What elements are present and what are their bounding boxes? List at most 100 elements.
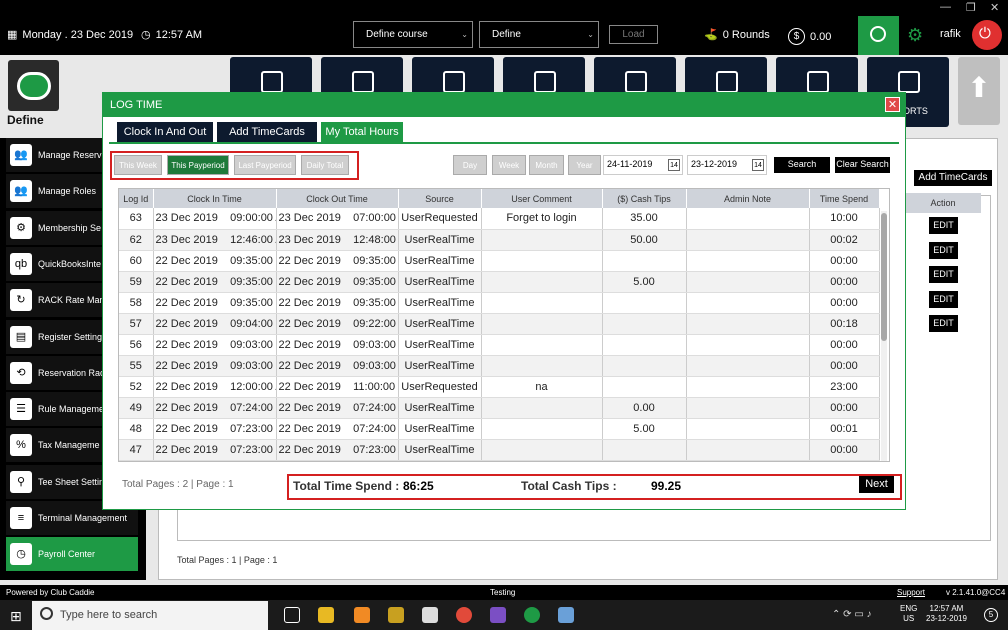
windows-start-icon[interactable]: ⊞ bbox=[10, 608, 22, 625]
add-timecards-button[interactable]: Add TimeCards bbox=[914, 170, 992, 186]
search-button[interactable]: Search bbox=[774, 157, 830, 173]
quickbooks-icon: qb bbox=[10, 252, 32, 275]
file-explorer-icon[interactable] bbox=[318, 607, 334, 623]
this-payperiod-button[interactable]: This Payperiod bbox=[167, 155, 229, 175]
total-tips-value: 99.25 bbox=[651, 479, 682, 493]
this-week-button[interactable]: This Week bbox=[114, 155, 162, 175]
settings-gear-icon[interactable]: ⚙ bbox=[907, 25, 923, 46]
course-select[interactable]: Define course ⌄ bbox=[353, 21, 473, 48]
sublime-icon[interactable] bbox=[354, 607, 370, 623]
table-cell: 00:18 bbox=[809, 313, 880, 335]
month-button[interactable]: Month bbox=[529, 155, 564, 175]
last-payperiod-button[interactable]: Last Payperiod bbox=[234, 155, 296, 175]
chrome-icon[interactable] bbox=[456, 607, 472, 623]
table-row[interactable]: 5522 Dec 2019 09:03:00 PM22 Dec 2019 09:… bbox=[119, 355, 880, 377]
edit-button[interactable]: EDIT bbox=[929, 291, 958, 308]
notification-icon[interactable]: 5 bbox=[984, 608, 998, 622]
column-header[interactable]: User Comment bbox=[481, 189, 603, 208]
scroll-up-button[interactable]: ⬆ bbox=[958, 57, 1000, 125]
edit-button[interactable]: EDIT bbox=[929, 266, 958, 283]
status-bar: Powered by Club Caddie Testing Support v… bbox=[0, 585, 1008, 600]
rate-icon: ↻ bbox=[10, 289, 32, 312]
rounds-display: ⛳ 0 Rounds bbox=[704, 28, 770, 42]
clear-search-button[interactable]: Clear Search bbox=[835, 157, 890, 173]
calendar-icon[interactable]: 14 bbox=[752, 159, 764, 171]
date-to-input[interactable]: 23-12-2019 14 bbox=[687, 155, 767, 175]
table-row[interactable]: 5722 Dec 2019 09:04:00 PM22 Dec 2019 09:… bbox=[119, 313, 880, 335]
vertical-scrollbar-thumb[interactable] bbox=[881, 213, 887, 341]
club-caddie-icon[interactable] bbox=[524, 607, 540, 623]
table-cell: 23 Dec 2019 09:00:00 AM bbox=[153, 208, 277, 230]
clock-icon: ◷ bbox=[10, 543, 32, 566]
table-row[interactable]: 5922 Dec 2019 09:35:00 PM22 Dec 2019 09:… bbox=[119, 271, 880, 293]
support-link[interactable]: Support bbox=[897, 588, 925, 597]
table-row[interactable]: 6223 Dec 2019 12:46:00 AM23 Dec 2019 12:… bbox=[119, 229, 880, 251]
app-icon[interactable] bbox=[388, 607, 404, 623]
day-button[interactable]: Day bbox=[453, 155, 487, 175]
column-header[interactable]: Time Spend bbox=[809, 189, 880, 208]
table-row[interactable]: 4922 Dec 2019 07:24:00 PM22 Dec 2019 07:… bbox=[119, 397, 880, 419]
table-row[interactable]: 4822 Dec 2019 07:23:00 PM22 Dec 2019 07:… bbox=[119, 418, 880, 440]
daily-total-button[interactable]: Daily Total bbox=[301, 155, 349, 175]
table-row[interactable]: 6323 Dec 2019 09:00:00 AM23 Dec 2019 07:… bbox=[119, 208, 880, 230]
top-bar: ▦ Monday . 23 Dec 2019 ◷ 12:57 AM Define… bbox=[0, 16, 1008, 55]
edit-button[interactable]: EDIT bbox=[929, 217, 958, 234]
restore-icon[interactable]: ❐ bbox=[966, 1, 976, 14]
clock-button[interactable] bbox=[858, 16, 899, 55]
users-icon: 👥 bbox=[10, 144, 32, 166]
column-header[interactable]: Log Id bbox=[119, 189, 154, 208]
table-cell bbox=[602, 313, 687, 335]
column-header[interactable]: Clock Out Time bbox=[276, 189, 399, 208]
table-cell bbox=[686, 292, 810, 314]
close-icon[interactable]: ✕ bbox=[990, 1, 999, 14]
table-cell: 23 Dec 2019 07:00:00 PM bbox=[276, 208, 399, 230]
sidebar-item[interactable]: ◷ Payroll Center bbox=[6, 537, 138, 572]
table-row[interactable]: 5222 Dec 2019 12:00:00 AM22 Dec 2019 11:… bbox=[119, 376, 880, 398]
define-select[interactable]: Define ⌄ bbox=[479, 21, 599, 48]
next-page-button[interactable]: Next bbox=[859, 476, 894, 493]
table-cell: 22 Dec 2019 09:04:00 PM bbox=[153, 313, 277, 335]
table-cell: 22 Dec 2019 07:23:00 PM bbox=[153, 439, 277, 461]
column-header[interactable]: Admin Note bbox=[686, 189, 810, 208]
week-button[interactable]: Week bbox=[492, 155, 526, 175]
table-row[interactable]: 5822 Dec 2019 09:35:00 PM22 Dec 2019 09:… bbox=[119, 292, 880, 314]
column-header[interactable]: Source bbox=[398, 189, 482, 208]
tab-clock-in-out[interactable]: Clock In And Out bbox=[117, 122, 213, 142]
taskbar-search-input[interactable]: Type here to search bbox=[32, 601, 268, 630]
load-button[interactable]: Load bbox=[609, 25, 658, 44]
date-from-input[interactable]: 24-11-2019 14 bbox=[603, 155, 683, 175]
minimize-icon[interactable]: — bbox=[940, 1, 951, 13]
edit-button[interactable]: EDIT bbox=[929, 242, 958, 259]
slack-icon[interactable] bbox=[422, 607, 438, 623]
task-view-icon[interactable] bbox=[284, 607, 300, 623]
dialog-close-button[interactable]: ✕ bbox=[885, 97, 900, 112]
column-header[interactable]: ($) Cash Tips bbox=[602, 189, 687, 208]
edit-button[interactable]: EDIT bbox=[929, 315, 958, 332]
system-tray-icons[interactable]: ⌃ ⟳ ▭ ♪ bbox=[832, 609, 872, 620]
paint-icon[interactable] bbox=[558, 607, 574, 623]
logo-label: Define bbox=[7, 113, 44, 127]
table-row[interactable]: 4722 Dec 2019 07:23:00 PM22 Dec 2019 07:… bbox=[119, 439, 880, 461]
table-cell bbox=[686, 376, 810, 398]
visual-studio-icon[interactable] bbox=[490, 607, 506, 623]
year-button[interactable]: Year bbox=[568, 155, 601, 175]
taskbar-clock[interactable]: 12:57 AM 23-12-2019 bbox=[926, 604, 967, 624]
price-icon bbox=[807, 71, 829, 93]
gear-icon: ⚙ bbox=[10, 216, 32, 239]
language-indicator[interactable]: ENG US bbox=[900, 604, 917, 624]
calendar-icon[interactable]: 14 bbox=[668, 159, 680, 171]
dollar-icon: $ bbox=[788, 28, 805, 45]
table-cell: 22 Dec 2019 12:00:00 AM bbox=[153, 376, 277, 398]
tab-add-timecards[interactable]: Add TimeCards bbox=[217, 122, 317, 142]
table-cell: 22 Dec 2019 09:03:00 PM bbox=[153, 334, 277, 356]
tab-my-total-hours[interactable]: My Total Hours bbox=[321, 122, 403, 142]
table-row[interactable]: 6022 Dec 2019 09:35:00 PM22 Dec 2019 09:… bbox=[119, 250, 880, 272]
table-cell: 35.00 bbox=[602, 208, 687, 230]
table-row[interactable]: 5622 Dec 2019 09:03:00 PM22 Dec 2019 09:… bbox=[119, 334, 880, 356]
total-tips-label: Total Cash Tips : bbox=[521, 479, 617, 493]
power-button[interactable]: ⏻ bbox=[972, 20, 1002, 50]
log-time-grid: Log Id Clock In Time Clock Out Time Source U… bbox=[118, 188, 890, 462]
table-cell: 23:00 bbox=[809, 376, 880, 398]
column-header[interactable]: Clock In Time bbox=[153, 189, 277, 208]
table-cell: 00:00 bbox=[809, 397, 880, 419]
